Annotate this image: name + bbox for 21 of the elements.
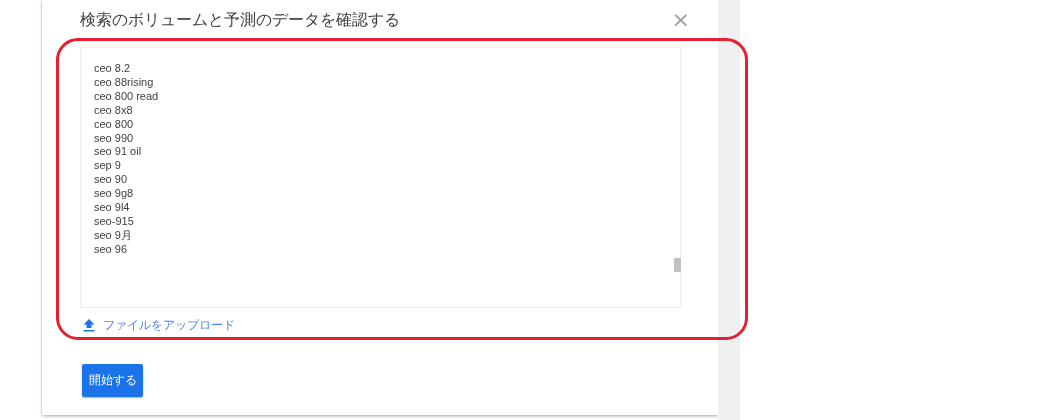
dialog-title: 検索のボリュームと予測のデータを確認する (80, 9, 400, 31)
keyword-line: seo 9g8 (94, 187, 135, 202)
keyword-line: seo 9l4 (94, 201, 131, 215)
keyword-line: sep 9 (94, 159, 122, 174)
keyword-line: ceo 800 read (94, 89, 160, 104)
keyword-line: seo-915 (94, 214, 135, 229)
keyword-text-area[interactable]: ceo 8.2 ceo 88rising ceo 800 read ceo 8x8 ceo 800 seo 990 seo 91 oil sep 9 seo 90 seo 9g8 seo 9l4 seo-915 seo 9月 seo 96 (80, 47, 681, 308)
keyword-line: ceo 8x8 (94, 103, 134, 118)
scrollbar-thumb[interactable] (674, 258, 681, 272)
upload-icon[interactable] (82, 318, 96, 332)
keyword-line: seo 9月 (94, 228, 133, 243)
keyword-line: seo 990 (94, 131, 135, 146)
start-button[interactable]: 開始する (82, 364, 143, 397)
upload-file-link[interactable]: ファイルをアップロード (103, 316, 235, 334)
keyword-line: ceo 800 (94, 117, 135, 132)
keyword-line: seo 96 (94, 242, 129, 257)
keyword-line: seo 90 (94, 173, 129, 188)
close-button[interactable]: × (671, 9, 690, 31)
keyword-line: ceo 88rising (94, 75, 155, 90)
keyword-line: ceo 8.2 (94, 62, 132, 76)
keyword-line: seo 91 oil (94, 145, 143, 160)
